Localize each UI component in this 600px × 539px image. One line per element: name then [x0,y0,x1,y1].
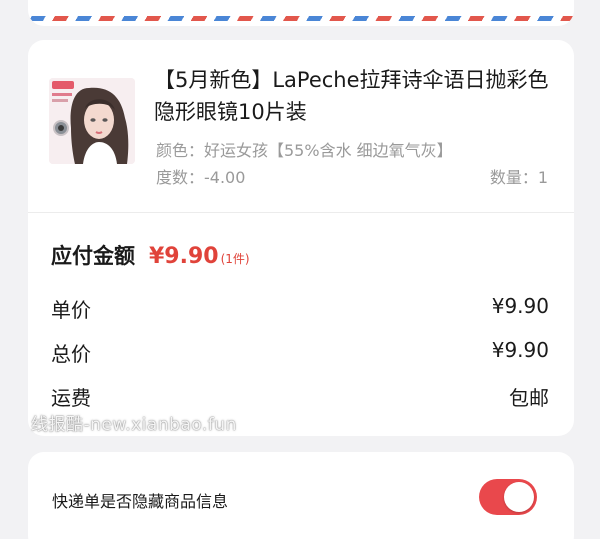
shipping-label: 运费 [51,386,91,410]
privacy-toggle-switch[interactable] [479,479,537,515]
product-item[interactable]: 【5月新色】LaPeche拉拜诗伞语日抛彩色隐形眼镜10片装 颜色：好运女孩【5… [28,40,574,212]
payment-amount: ¥9.90 [149,244,219,269]
product-title[interactable]: 【5月新色】LaPeche拉拜诗伞语日抛彩色隐形眼镜10片装 [154,64,554,128]
shipping-value: 包邮 [509,386,549,410]
unit-price-row: 单价 ¥9.90 [51,294,549,322]
payment-summary: 应付金额 ¥9.90 (1件) [51,240,250,270]
total-price-value: ¥9.90 [491,338,549,362]
product-quantity: 数量：1 [489,168,548,187]
privacy-label: 快递单是否隐藏商品信息 [52,492,229,511]
privacy-card: 快递单是否隐藏商品信息 [28,452,574,539]
airmail-border [28,0,574,26]
payment-count: (1件) [220,252,250,266]
toggle-knob [504,482,534,512]
total-price-label: 总价 [51,342,91,366]
unit-price-label: 单价 [51,298,91,322]
total-price-row: 总价 ¥9.90 [51,338,549,366]
divider [28,212,574,213]
product-thumbnail[interactable] [49,78,135,164]
airmail-stripe [28,16,574,21]
shipping-row: 运费 包邮 [51,382,549,410]
product-power-spec: 度数：-4.00 [156,168,246,187]
order-card: 【5月新色】LaPeche拉拜诗伞语日抛彩色隐形眼镜10片装 颜色：好运女孩【5… [28,40,574,436]
product-color-spec: 颜色：好运女孩【55%含水 细边氧气灰】 [156,141,453,160]
product-image-icon [49,78,135,164]
watermark: 线报酷-new.xianbao.fun [31,415,237,435]
payment-label: 应付金额 [51,244,135,268]
unit-price-value: ¥9.90 [491,294,549,318]
